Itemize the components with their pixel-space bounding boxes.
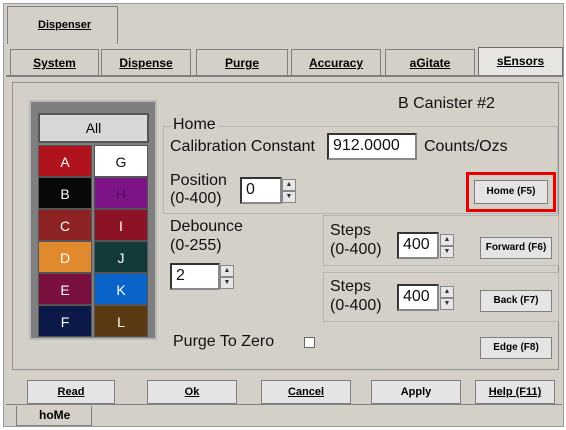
calibration-units: Counts/Ozs xyxy=(424,138,508,155)
color-button-k[interactable]: K xyxy=(94,273,148,305)
canister-title: B Canister #2 xyxy=(398,95,495,112)
position-spin-up-icon[interactable]: ▲ xyxy=(282,179,296,191)
tab-purge-label: Purge xyxy=(224,56,259,70)
color-button-a[interactable]: A xyxy=(38,145,92,177)
back-button[interactable]: Back (F7) xyxy=(480,290,552,312)
debounce-spin-down-icon[interactable]: ▼ xyxy=(220,277,234,289)
forward-button[interactable]: Forward (F6) xyxy=(480,237,552,259)
position-range: (0-400) xyxy=(170,190,222,207)
apply-button[interactable]: Apply xyxy=(371,380,461,404)
color-button-c[interactable]: C xyxy=(38,209,92,241)
position-label: Position xyxy=(170,172,227,189)
tab-purge[interactable]: Purge xyxy=(196,49,288,75)
debounce-input[interactable]: 2 xyxy=(170,263,220,290)
tab-home[interactable]: hoMe xyxy=(16,406,92,426)
back-steps-input[interactable]: 400 xyxy=(397,284,439,311)
back-spin-down-icon[interactable]: ▼ xyxy=(440,298,454,310)
read-button[interactable]: Read xyxy=(27,380,115,404)
debounce-spin-up-icon[interactable]: ▲ xyxy=(220,265,234,277)
color-button-g[interactable]: G xyxy=(94,145,148,177)
color-grid: AGBHCIDJEKFL xyxy=(38,145,148,337)
tab-home-label: hoMe xyxy=(39,408,71,422)
position-input[interactable]: 0 xyxy=(240,177,282,204)
all-colors-button[interactable]: All xyxy=(38,113,149,143)
tab-agitate[interactable]: aGitate xyxy=(385,49,475,75)
ok-button-label: Ok xyxy=(184,386,200,398)
apply-button-label: Apply xyxy=(400,386,432,398)
bottom-divider xyxy=(6,404,562,405)
home-group-label: Home xyxy=(171,116,218,134)
cancel-button[interactable]: Cancel xyxy=(261,380,351,404)
ok-button[interactable]: Ok xyxy=(147,380,237,404)
tab-accuracy-label: Accuracy xyxy=(308,56,364,70)
help-button-label: Help (F11) xyxy=(488,386,542,398)
back-steps-label: Steps xyxy=(330,278,371,295)
forward-spin-up-icon[interactable]: ▲ xyxy=(440,234,454,246)
edge-button[interactable]: Edge (F8) xyxy=(480,337,552,359)
calibration-label: Calibration Constant xyxy=(170,138,315,155)
forward-steps-input[interactable]: 400 xyxy=(397,232,439,259)
back-spin-up-icon[interactable]: ▲ xyxy=(440,286,454,298)
calibration-input[interactable]: 912.0000 xyxy=(327,133,417,160)
read-button-label: Read xyxy=(57,386,85,398)
color-button-l[interactable]: L xyxy=(94,305,148,337)
back-steps-range: (0-400) xyxy=(330,297,382,314)
color-button-j[interactable]: J xyxy=(94,241,148,273)
forward-steps-label: Steps xyxy=(330,222,371,239)
purge-to-zero-label: Purge To Zero xyxy=(173,333,275,350)
tab-sensors-label: sEnsors xyxy=(496,54,545,68)
tab-dispense-label: Dispense xyxy=(119,56,173,70)
color-button-d[interactable]: D xyxy=(38,241,92,273)
tab-agitate-label: aGitate xyxy=(409,56,451,70)
tab-dispenser-label: Dispenser xyxy=(38,19,92,31)
color-button-f[interactable]: F xyxy=(38,305,92,337)
home-button[interactable]: Home (F5) xyxy=(474,180,548,204)
color-button-b[interactable]: B xyxy=(38,177,92,209)
debounce-label: Debounce xyxy=(170,218,243,235)
position-spin-down-icon[interactable]: ▼ xyxy=(282,191,296,203)
tab-system[interactable]: System xyxy=(10,49,99,75)
tab-dispense[interactable]: Dispense xyxy=(101,49,191,75)
tab-accuracy[interactable]: Accuracy xyxy=(291,49,381,75)
help-button[interactable]: Help (F11) xyxy=(475,380,555,404)
tab-dispenser[interactable]: Dispenser xyxy=(7,6,118,44)
tab-sensors[interactable]: sEnsors xyxy=(478,47,563,77)
tab-system-label: System xyxy=(33,56,76,70)
purge-to-zero-checkbox[interactable] xyxy=(304,337,315,348)
tab-divider xyxy=(6,75,562,77)
color-button-e[interactable]: E xyxy=(38,273,92,305)
forward-steps-range: (0-400) xyxy=(330,241,382,258)
color-button-i[interactable]: I xyxy=(94,209,148,241)
debounce-range: (0-255) xyxy=(170,237,222,254)
color-button-h[interactable]: H xyxy=(94,177,148,209)
forward-spin-down-icon[interactable]: ▼ xyxy=(440,246,454,258)
cancel-button-label: Cancel xyxy=(287,386,325,398)
